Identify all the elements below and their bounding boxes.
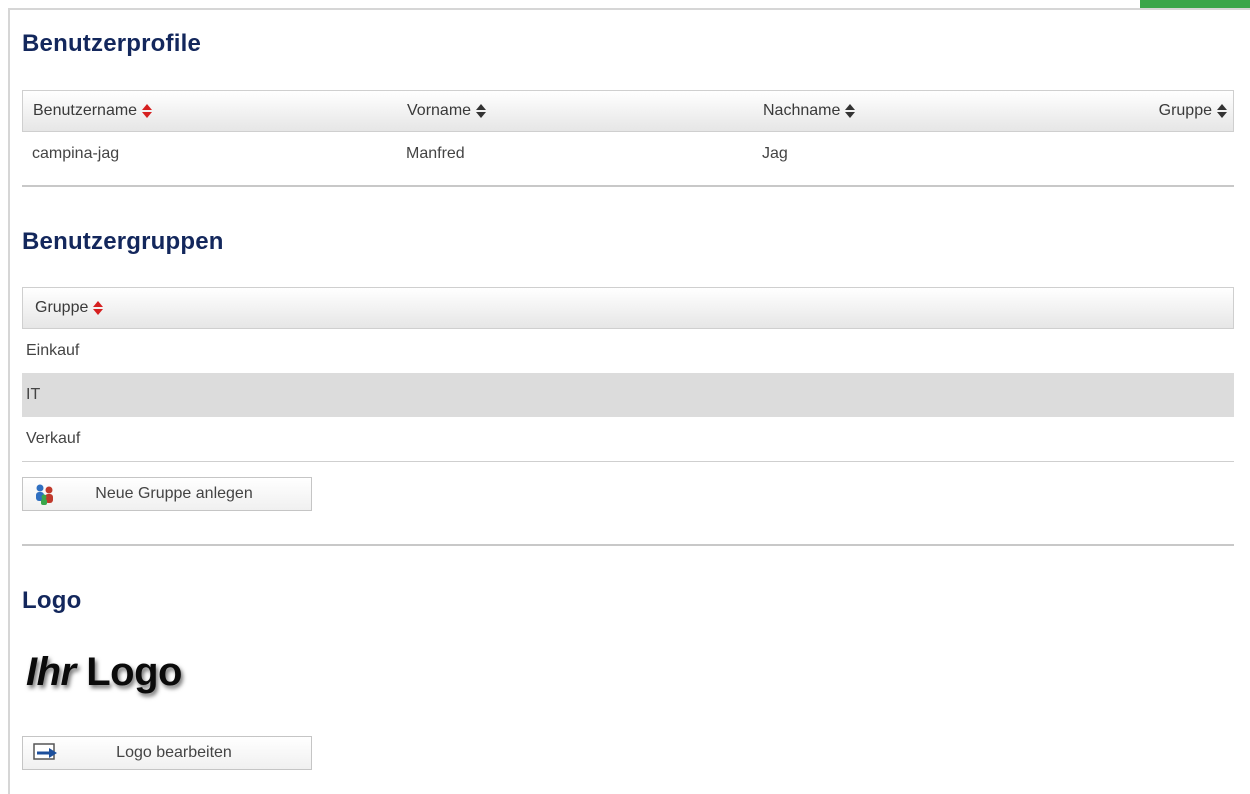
cell-username: campina-jag bbox=[32, 145, 120, 162]
table-row[interactable]: IT bbox=[22, 373, 1234, 417]
sort-icon[interactable] bbox=[1217, 104, 1227, 118]
new-group-button[interactable]: Neue Gruppe anlegen bbox=[22, 477, 312, 511]
cell-group: Einkauf bbox=[26, 342, 80, 359]
edit-logo-label: Logo bearbeiten bbox=[116, 744, 232, 761]
edit-image-icon bbox=[33, 741, 57, 765]
col-header-group[interactable]: Gruppe bbox=[1159, 91, 1227, 131]
col-header-firstname-label: Vorname bbox=[407, 102, 472, 119]
logo-placeholder-word2: Logo bbox=[86, 650, 182, 694]
section-divider bbox=[22, 185, 1234, 187]
col-header-lastname-label: Nachname bbox=[763, 102, 841, 119]
table-row[interactable]: campina-jag Manfred Jag bbox=[22, 132, 1234, 176]
sort-icon[interactable] bbox=[845, 104, 856, 118]
groups-table: Gruppe Einkauf IT Verkauf bbox=[22, 287, 1234, 462]
profiles-table-header: Benutzername Vorname Nachname Gruppe bbox=[22, 90, 1234, 132]
cell-firstname: Manfred bbox=[406, 145, 465, 162]
logo-placeholder-word1: Ihr bbox=[26, 650, 76, 694]
col-header-username[interactable]: Benutzername bbox=[33, 91, 153, 131]
table-row[interactable]: Verkauf bbox=[22, 417, 1234, 462]
edit-logo-button[interactable]: Logo bearbeiten bbox=[22, 736, 312, 770]
logo-placeholder-image: Ihr Logo bbox=[26, 650, 182, 695]
col-header-group-label: Gruppe bbox=[35, 299, 89, 316]
new-group-label: Neue Gruppe anlegen bbox=[95, 485, 253, 502]
section-divider bbox=[22, 544, 1234, 546]
profiles-heading: Benutzerprofile bbox=[22, 30, 202, 57]
sort-icon[interactable] bbox=[93, 301, 104, 315]
col-header-group-label: Gruppe bbox=[1158, 102, 1212, 119]
col-header-lastname[interactable]: Nachname bbox=[763, 91, 856, 131]
table-row[interactable]: Einkauf bbox=[22, 329, 1234, 373]
users-group-icon bbox=[33, 482, 57, 506]
sort-icon[interactable] bbox=[476, 104, 487, 118]
logo-heading: Logo bbox=[22, 587, 82, 614]
col-header-username-label: Benutzername bbox=[33, 102, 138, 119]
col-header-firstname[interactable]: Vorname bbox=[407, 91, 487, 131]
groups-table-header: Gruppe bbox=[22, 287, 1234, 329]
cell-group: Verkauf bbox=[26, 430, 81, 447]
cell-group: IT bbox=[26, 386, 41, 403]
col-header-group[interactable]: Gruppe bbox=[35, 288, 104, 328]
groups-heading: Benutzergruppen bbox=[22, 228, 224, 255]
profiles-table: Benutzername Vorname Nachname Gruppe cam… bbox=[22, 90, 1234, 176]
sort-icon[interactable] bbox=[142, 104, 153, 118]
cell-lastname: Jag bbox=[762, 145, 788, 162]
